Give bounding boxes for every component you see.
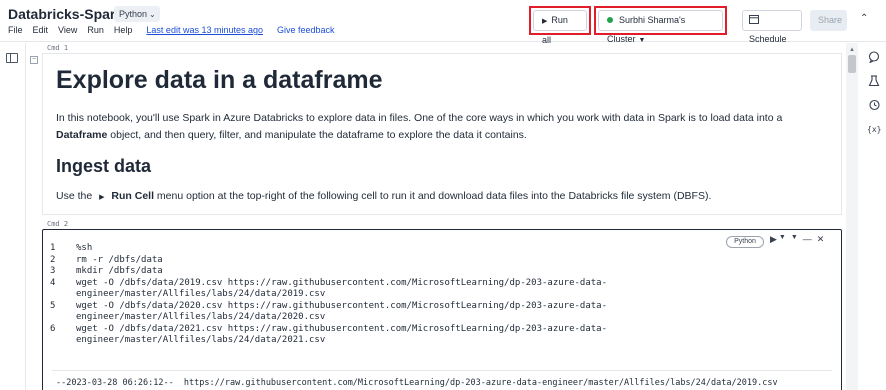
code-line: 2 rm -r /dbfs/data xyxy=(50,254,163,265)
menu-bar: File Edit View Run Help Last edit was 13… xyxy=(8,25,345,35)
scrollbar[interactable] xyxy=(846,43,858,390)
share-button[interactable]: Share xyxy=(810,10,847,31)
schedule-button[interactable]: Schedule xyxy=(742,10,802,44)
paragraph-text-b: object, and then query, filter, and mani… xyxy=(107,129,527,141)
code-line: 6 wget -O /dbfs/data/2021.csv https://raw… xyxy=(50,323,608,334)
code-line: 1 %sh xyxy=(50,243,93,253)
collapse-header-icon[interactable]: ⌃ xyxy=(860,13,868,24)
chevron-down-icon: ▼ xyxy=(638,37,646,44)
cluster-selector[interactable]: Surbhi Sharma's Cluster ▼ xyxy=(598,10,723,44)
cell-output: --2023-03-28 06:26:12-- https://raw.gith… xyxy=(56,378,778,388)
instruction-pre: Use the xyxy=(56,190,93,202)
notebook-header: Databricks-Spark Python ⌄ File Edit View … xyxy=(0,0,886,45)
instruction-bold: Run Cell xyxy=(111,190,155,202)
table-of-contents-icon[interactable] xyxy=(6,53,18,63)
code-line: engineer/master/Allfiles/labs/24/data/20… xyxy=(76,312,326,322)
cluster-name: Surbhi Sharma's Cluster xyxy=(607,15,686,44)
notebook-title[interactable]: Databricks-Spark xyxy=(8,6,123,22)
paragraph-text-a: In this notebook, you'll use Spark in Az… xyxy=(56,112,783,124)
last-edit-link[interactable]: Last edit was 13 minutes ago xyxy=(146,25,263,35)
cell-label: Cmd 1 xyxy=(47,44,69,52)
language-selector[interactable]: Python ⌄ xyxy=(114,6,160,22)
code-line: 4 wget -O /dbfs/data/2019.csv https://raw… xyxy=(50,277,608,288)
cell-collapse-icon[interactable]: − xyxy=(30,56,38,64)
code-line: 5 wget -O /dbfs/data/2020.csv https://raw… xyxy=(50,300,608,311)
menu-file[interactable]: File xyxy=(8,25,23,35)
instruction-post: menu option at the top-right of the foll… xyxy=(154,190,712,202)
scrollbar-thumb[interactable] xyxy=(848,55,856,73)
right-rail: {x} xyxy=(862,43,886,390)
output-divider xyxy=(52,370,832,371)
share-label: Share xyxy=(818,15,843,25)
cell-instruction: Use the ▶ Run Cell menu option at the to… xyxy=(56,190,816,202)
code-line: 3 mkdir /dbfs/data xyxy=(50,266,163,276)
run-all-button[interactable]: ▶ Run all xyxy=(533,10,587,45)
code-line: engineer/master/Allfiles/labs/24/data/20… xyxy=(76,289,326,299)
menu-help[interactable]: Help xyxy=(114,25,133,35)
language-label: Python xyxy=(119,9,148,19)
menu-run[interactable]: Run xyxy=(87,25,104,35)
calendar-icon xyxy=(749,15,759,24)
comment-icon[interactable] xyxy=(867,51,881,65)
cell-paragraph: In this notebook, you'll use Spark in Az… xyxy=(56,110,816,144)
cluster-status-icon xyxy=(607,17,613,23)
chevron-down-icon: ⌄ xyxy=(149,10,156,19)
flask-icon[interactable] xyxy=(867,75,881,89)
play-icon: ▶ xyxy=(99,194,105,201)
paragraph-bold-term: Dataframe xyxy=(56,129,108,141)
code-editor[interactable]: 1 %sh 2 rm -r /dbfs/data 3 mkdir /dbfs/data… xyxy=(50,243,836,347)
history-icon[interactable] xyxy=(867,99,881,113)
menu-edit[interactable]: Edit xyxy=(33,25,49,35)
cell-subheading: Ingest data xyxy=(56,156,152,176)
code-line: engineer/master/Allfiles/labs/24/data/20… xyxy=(76,335,326,345)
play-icon: ▶ xyxy=(542,18,548,25)
cell-label: Cmd 2 xyxy=(47,220,69,228)
menu-view[interactable]: View xyxy=(58,25,77,35)
variables-icon[interactable]: {x} xyxy=(867,123,881,137)
scroll-up-icon[interactable]: ▲ xyxy=(849,47,855,53)
cell-heading: Explore data in a dataframe xyxy=(56,66,383,94)
schedule-label: Schedule xyxy=(749,34,787,44)
left-rail xyxy=(0,43,26,390)
give-feedback-link[interactable]: Give feedback xyxy=(277,25,335,35)
